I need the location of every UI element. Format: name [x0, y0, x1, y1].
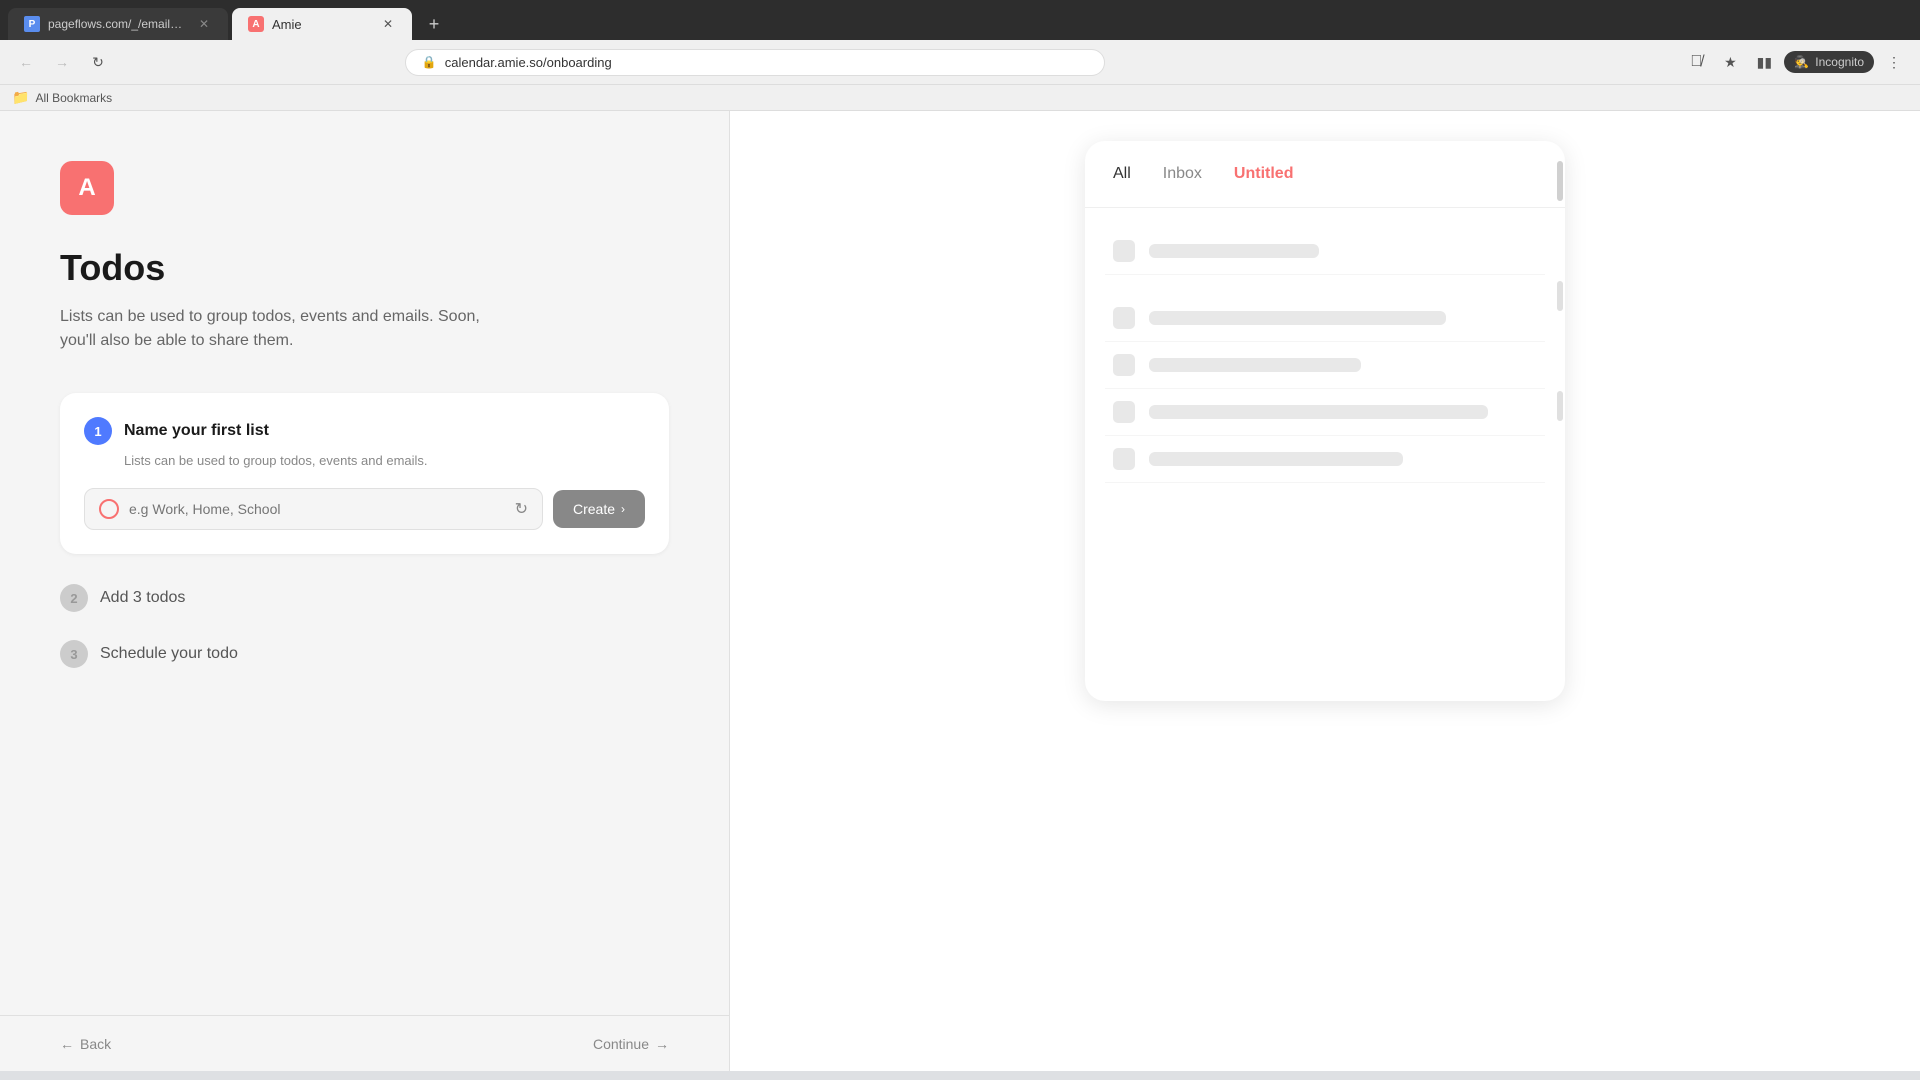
refresh-icon[interactable]: ↻	[515, 499, 528, 519]
skeleton-bar-2	[1149, 311, 1446, 325]
list-color-circle[interactable]	[99, 499, 119, 519]
bookmarks-bar: 📁 All Bookmarks	[0, 85, 1920, 111]
tab-untitled[interactable]: Untitled	[1234, 165, 1294, 187]
tab-pageflows[interactable]: P pageflows.com/_/emails/_/7fb... ✕	[8, 8, 228, 40]
incognito-icon: 🕵	[1794, 55, 1809, 69]
address-bar[interactable]: 🔒 calendar.amie.so/onboarding	[405, 49, 1105, 76]
tab-inbox[interactable]: Inbox	[1163, 165, 1202, 187]
skeleton-checkbox-2	[1113, 307, 1135, 329]
page-description: Lists can be used to group todos, events…	[60, 305, 480, 353]
todo-preview-card: All Inbox Untitled	[1085, 141, 1565, 701]
preview-tabs: All Inbox Untitled	[1085, 165, 1565, 208]
step-2-title: Add 3 todos	[100, 589, 185, 607]
skeleton-row-5	[1105, 436, 1545, 483]
skeleton-row-1	[1105, 228, 1545, 275]
skeleton-bar-5	[1149, 452, 1403, 466]
skeleton-row-4	[1105, 389, 1545, 436]
skeleton-bar-3	[1149, 358, 1361, 372]
left-panel: A Todos Lists can be used to group todos…	[0, 111, 730, 1071]
tab-amie-label: Amie	[272, 17, 302, 32]
more-menu-icon[interactable]: ⋮	[1880, 48, 1908, 76]
step-1-subtitle: Lists can be used to group todos, events…	[124, 453, 645, 468]
step-1-card: 1 Name your first list Lists can be used…	[60, 393, 669, 554]
refresh-nav-button[interactable]: ↻	[84, 48, 112, 76]
pageflows-favicon: P	[24, 16, 40, 32]
tab-amie-close[interactable]: ✕	[380, 16, 396, 32]
forward-nav-button[interactable]: →	[48, 48, 76, 76]
bookmark-star-icon[interactable]: ★	[1716, 48, 1744, 76]
list-name-input-wrapper: ↻	[84, 488, 543, 530]
amie-favicon: A	[248, 16, 264, 32]
back-arrow-icon: ←	[60, 1036, 74, 1052]
continue-button-label: Continue	[593, 1036, 649, 1052]
step-2-number: 2	[60, 584, 88, 612]
list-name-input[interactable]	[129, 501, 505, 517]
bookmarks-folder-icon: 📁	[12, 89, 29, 106]
page-title: Todos	[60, 247, 669, 289]
step-3-number: 3	[60, 640, 88, 668]
continue-arrow-icon: →	[655, 1036, 669, 1052]
skeleton-checkbox-1	[1113, 240, 1135, 262]
step-1-title: Name your first list	[124, 422, 269, 440]
incognito-badge: 🕵 Incognito	[1784, 51, 1874, 73]
sidebar-toggle-icon[interactable]: ▮▮	[1750, 48, 1778, 76]
create-button-label: Create	[573, 501, 615, 517]
step-2-row: 2 Add 3 todos	[60, 570, 669, 626]
tab-pageflows-label: pageflows.com/_/emails/_/7fb...	[48, 17, 188, 31]
scrollbar-area[interactable]	[1555, 141, 1565, 701]
step-3-title: Schedule your todo	[100, 645, 238, 663]
step-1-header: 1 Name your first list	[84, 417, 645, 445]
skeleton-checkbox-4	[1113, 401, 1135, 423]
bottom-nav-bar: ← Back Continue →	[0, 1015, 729, 1071]
tab-amie[interactable]: A Amie ✕	[232, 8, 412, 40]
app-logo: A	[60, 161, 114, 215]
incognito-label: Incognito	[1815, 55, 1864, 69]
skeleton-checkbox-3	[1113, 354, 1135, 376]
back-nav-button[interactable]: ←	[12, 48, 40, 76]
eye-slash-icon[interactable]: 👁̸	[1682, 48, 1710, 76]
skeleton-row-2	[1105, 295, 1545, 342]
create-button[interactable]: Create ›	[553, 490, 645, 528]
step-1-input-row: ↻ Create ›	[84, 488, 645, 530]
skeleton-row-3	[1105, 342, 1545, 389]
back-button-label: Back	[80, 1036, 111, 1052]
step-1-number: 1	[84, 417, 112, 445]
address-lock-icon: 🔒	[422, 55, 437, 69]
skeleton-bar-4	[1149, 405, 1488, 419]
continue-button[interactable]: Continue →	[593, 1036, 669, 1052]
skeleton-bar-1	[1149, 244, 1319, 258]
back-button[interactable]: ← Back	[60, 1036, 111, 1052]
step-3-row: 3 Schedule your todo	[60, 626, 669, 682]
address-text: calendar.amie.so/onboarding	[445, 55, 612, 70]
right-panel: All Inbox Untitled	[730, 111, 1920, 1071]
browser-nav-bar: ← → ↻ 🔒 calendar.amie.so/onboarding 👁̸ ★…	[0, 40, 1920, 85]
new-tab-button[interactable]: +	[420, 10, 448, 38]
skeleton-checkbox-5	[1113, 448, 1135, 470]
tab-all[interactable]: All	[1113, 165, 1131, 187]
browser-tabs-bar: P pageflows.com/_/emails/_/7fb... ✕ A Am…	[0, 0, 1920, 40]
nav-right-actions: 👁̸ ★ ▮▮ 🕵 Incognito ⋮	[1682, 48, 1908, 76]
page-wrapper: A Todos Lists can be used to group todos…	[0, 111, 1920, 1071]
bookmarks-label: All Bookmarks	[35, 91, 112, 105]
scrollbar-thumb-2	[1557, 281, 1563, 311]
tab-pageflows-close[interactable]: ✕	[196, 16, 212, 32]
scrollbar-thumb-3	[1557, 391, 1563, 421]
scrollbar-thumb	[1557, 161, 1563, 201]
create-button-arrow-icon: ›	[621, 502, 625, 516]
browser-chrome: P pageflows.com/_/emails/_/7fb... ✕ A Am…	[0, 0, 1920, 111]
skeleton-list	[1085, 208, 1565, 483]
